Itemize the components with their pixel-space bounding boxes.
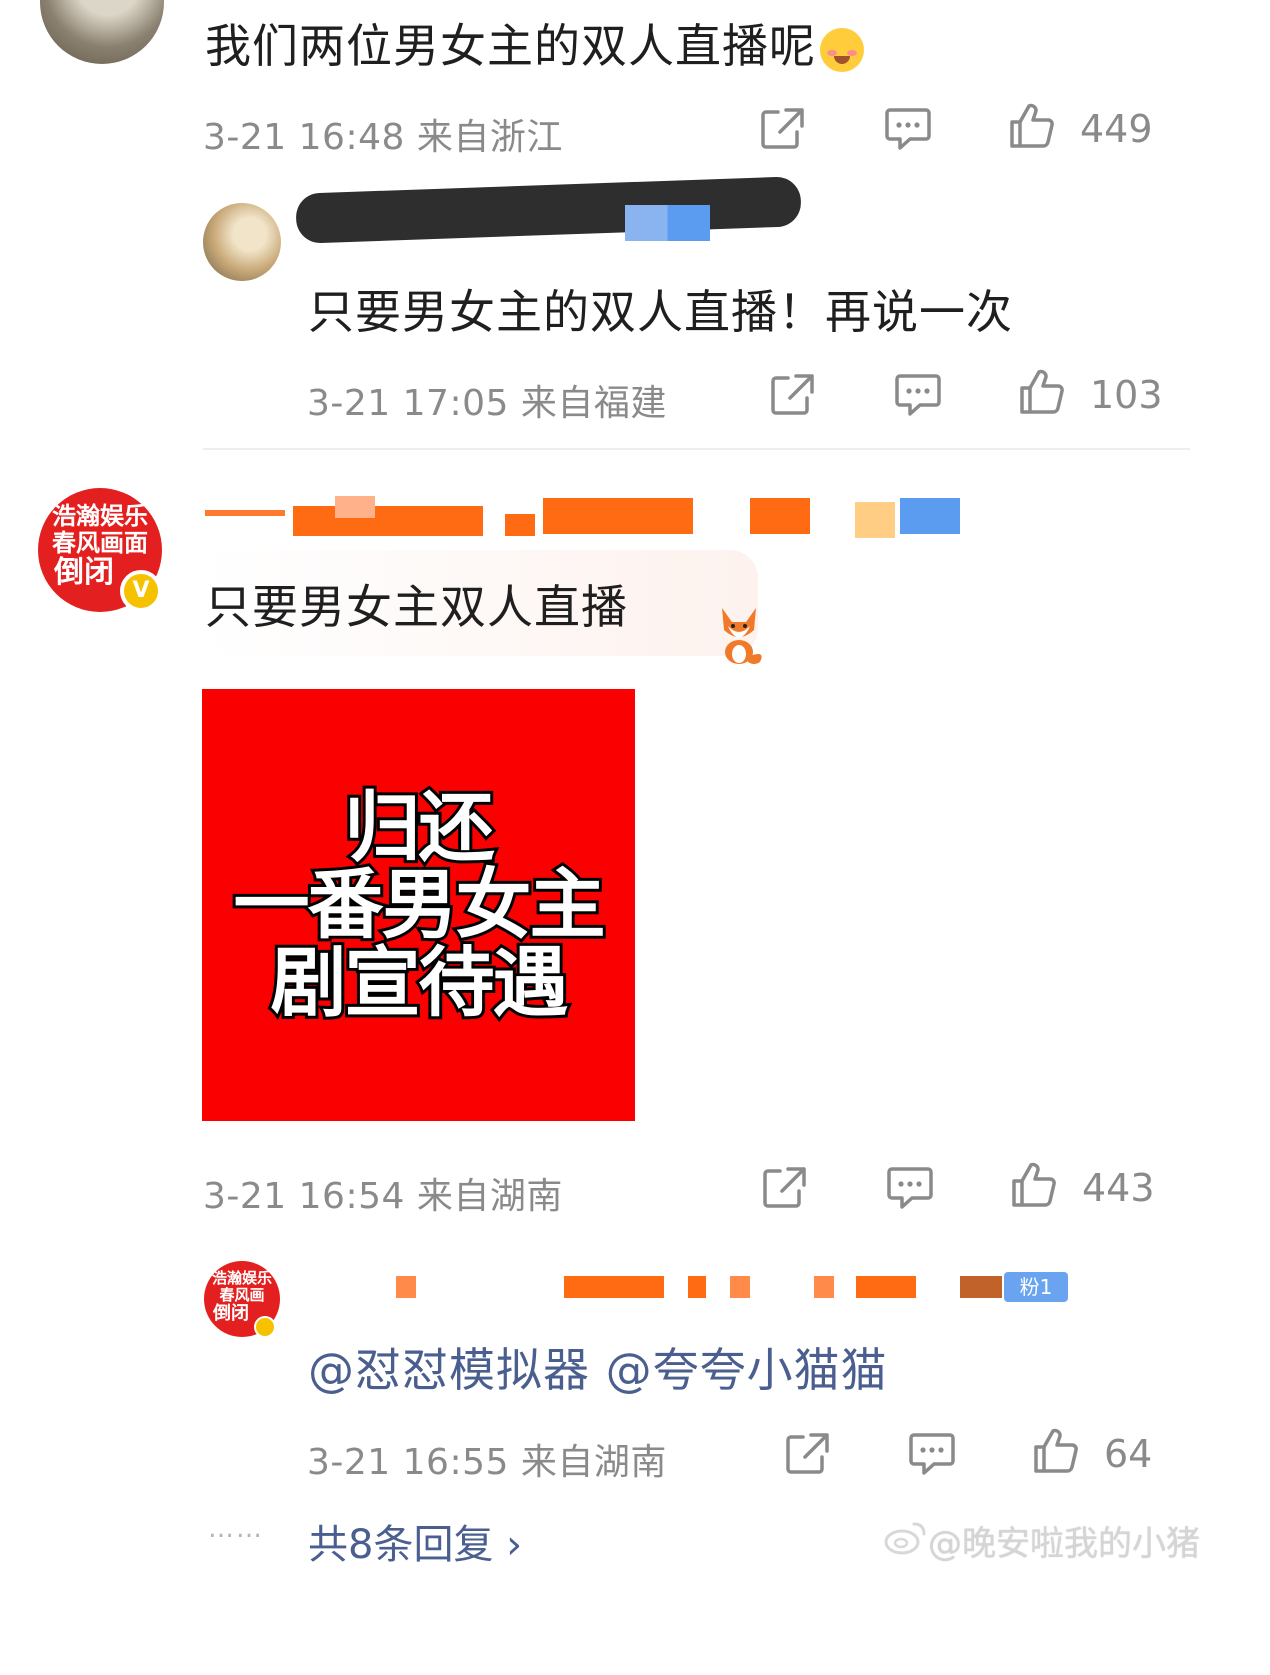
badge-line: 春风画面 xyxy=(52,529,148,557)
comment-meta: 3-21 16:48 来自浙江 xyxy=(203,117,563,158)
user-avatar[interactable] xyxy=(203,203,281,281)
reply-meta: 3-21 16:55 来自湖南 xyxy=(307,1442,667,1483)
fan-level-tag: 粉1 xyxy=(1004,1272,1068,1302)
comment-icon[interactable] xyxy=(884,106,932,156)
image-attachment[interactable]: 归还 一番男女主 剧宣待遇 xyxy=(202,689,635,1121)
weibo-logo-icon xyxy=(884,1520,928,1560)
like-count: 443 xyxy=(1082,1166,1155,1210)
poster-line: 一番男女主 xyxy=(231,860,609,950)
comment-icon[interactable] xyxy=(908,1431,956,1481)
verified-badge-icon xyxy=(254,1316,276,1338)
username-redacted[interactable] xyxy=(205,496,965,538)
like-count: 64 xyxy=(1104,1432,1153,1476)
reply-text: 只要男女主的双人直播！再说一次 xyxy=(308,285,1013,339)
username-redacted-pixels xyxy=(625,205,710,241)
watermark: @晚安啦我的小猪 xyxy=(928,1524,1200,1564)
blushing-face-icon xyxy=(820,27,864,72)
share-icon[interactable] xyxy=(762,1165,808,1213)
like-count: 449 xyxy=(1080,107,1153,151)
comment-icon[interactable] xyxy=(894,372,942,422)
fox-sticker-icon xyxy=(712,604,766,670)
comment-meta: 3-21 16:54 来自湖南 xyxy=(203,1176,563,1217)
user-avatar[interactable] xyxy=(40,0,164,64)
like-count: 103 xyxy=(1090,373,1163,417)
mention-link[interactable]: @夸夸小猫猫 xyxy=(606,1343,888,1397)
badge-line: 春风画 xyxy=(219,1286,265,1304)
verified-badge-icon: V xyxy=(120,570,162,612)
badge-line: 浩瀚娱乐 xyxy=(211,1269,272,1287)
badge-line: 浩瀚娱乐 xyxy=(52,502,148,530)
share-icon[interactable] xyxy=(760,106,806,154)
like-icon[interactable] xyxy=(1010,1161,1058,1213)
like-icon[interactable] xyxy=(1008,102,1056,154)
share-icon[interactable] xyxy=(770,372,816,420)
divider xyxy=(203,448,1190,450)
poster-line: 归还 xyxy=(342,782,498,872)
comment-text: 只要男女主双人直播 xyxy=(205,580,628,634)
like-icon[interactable] xyxy=(1032,1427,1080,1479)
username-redacted[interactable] xyxy=(396,1270,1006,1302)
share-icon[interactable] xyxy=(785,1431,831,1479)
like-icon[interactable] xyxy=(1018,368,1066,420)
reply-meta: 3-21 17:05 来自福建 xyxy=(307,383,667,424)
more-replies-link[interactable]: 共8条回复 › xyxy=(308,1512,522,1570)
thread-dots: …… xyxy=(208,1514,264,1544)
comment-text: 我们两位男女主的双人直播呢 xyxy=(205,10,864,76)
reply-text: @怼怼模拟器 @夸夸小猫猫 xyxy=(308,1334,888,1400)
comment-icon[interactable] xyxy=(886,1165,934,1215)
username-redacted[interactable] xyxy=(295,176,802,244)
poster-line: 剧宣待遇 xyxy=(268,937,572,1027)
mention-link[interactable]: @怼怼模拟器 xyxy=(308,1343,590,1397)
